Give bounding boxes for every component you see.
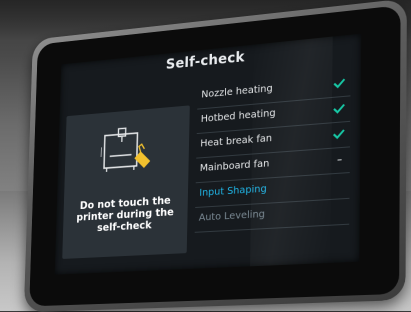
screen-glare xyxy=(250,37,333,267)
self-check-illustration-panel: Do not touch the printer during the self… xyxy=(62,105,190,259)
checkmark-icon xyxy=(332,126,346,141)
printer-touchscreen-device: Self-check Do not touch the printer duri… xyxy=(24,0,407,312)
in-progress-indicator xyxy=(338,159,342,160)
printer-icon xyxy=(100,124,154,180)
do-not-touch-warning: Do not touch the printer during the self… xyxy=(66,194,184,236)
checkmark-icon xyxy=(332,101,346,116)
checkmark-icon xyxy=(332,75,346,90)
display-screen: Self-check Do not touch the printer duri… xyxy=(55,34,361,275)
